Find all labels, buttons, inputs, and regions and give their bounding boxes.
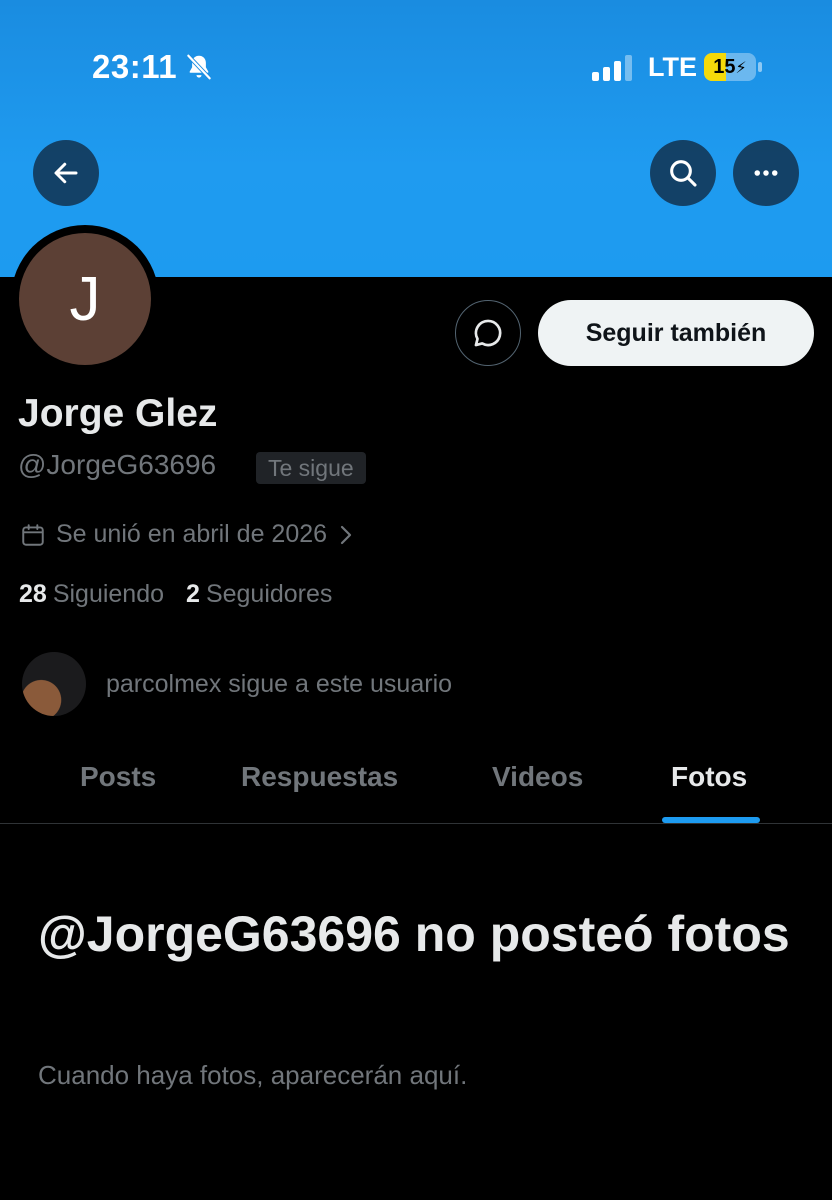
signal-icon <box>592 55 632 81</box>
search-button[interactable] <box>650 140 716 206</box>
back-button[interactable] <box>33 140 99 206</box>
follower-avatar <box>22 652 86 716</box>
empty-state-title: @JorgeG63696 no posteó fotos <box>38 906 790 962</box>
more-horizontal-icon <box>754 170 778 176</box>
empty-state-subtitle: Cuando haya fotos, aparecerán aquí. <box>38 1060 468 1090</box>
followers-stat[interactable]: 2 Seguidores <box>186 580 332 609</box>
bell-muted-icon <box>186 54 212 80</box>
followers-label: Seguidores <box>205 580 333 608</box>
tab-fotos[interactable]: Fotos <box>671 761 747 793</box>
followed-by-row[interactable]: parcolmex sigue a este usuario <box>22 652 452 716</box>
tab-videos[interactable]: Videos <box>492 761 583 793</box>
following-stat[interactable]: 28 Siguiendo <box>19 580 164 609</box>
avatar[interactable]: J <box>19 233 151 365</box>
network-type: LTE <box>648 52 697 82</box>
battery-icon: 15⚡ <box>704 53 762 81</box>
joined-date[interactable]: Se unió en abril de 2026 <box>20 520 355 549</box>
followed-by-text: parcolmex sigue a este usuario <box>106 669 453 698</box>
following-count: 28 <box>19 580 47 608</box>
active-tab-indicator <box>662 817 760 823</box>
joined-text: Se unió en abril de 2026 <box>56 520 328 548</box>
status-time: 23:11 <box>92 48 178 85</box>
message-icon <box>474 319 502 347</box>
message-button[interactable] <box>455 300 521 366</box>
follow-back-button[interactable]: Seguir también <box>538 300 814 366</box>
battery-level: 15⚡ <box>713 56 747 78</box>
arrow-left-icon <box>54 162 78 184</box>
follows-you-badge: Te sigue <box>256 452 366 484</box>
status-bar: 23:11 LTE 15⚡ <box>0 0 832 120</box>
followers-count: 2 <box>186 580 200 608</box>
search-icon <box>670 160 697 187</box>
profile-tabs: Posts Respuestas Videos Fotos <box>0 735 832 824</box>
tab-respuestas[interactable]: Respuestas <box>241 761 398 793</box>
tab-posts[interactable]: Posts <box>80 761 156 793</box>
following-label: Siguiendo <box>52 580 165 608</box>
username: @JorgeG63696 <box>18 449 217 480</box>
chevron-right-icon <box>340 525 352 544</box>
more-button[interactable] <box>733 140 799 206</box>
follow-stats: 28 Siguiendo 2 Seguidores <box>19 580 332 609</box>
display-name: Jorge Glez <box>18 392 218 435</box>
calendar-icon <box>22 523 44 546</box>
